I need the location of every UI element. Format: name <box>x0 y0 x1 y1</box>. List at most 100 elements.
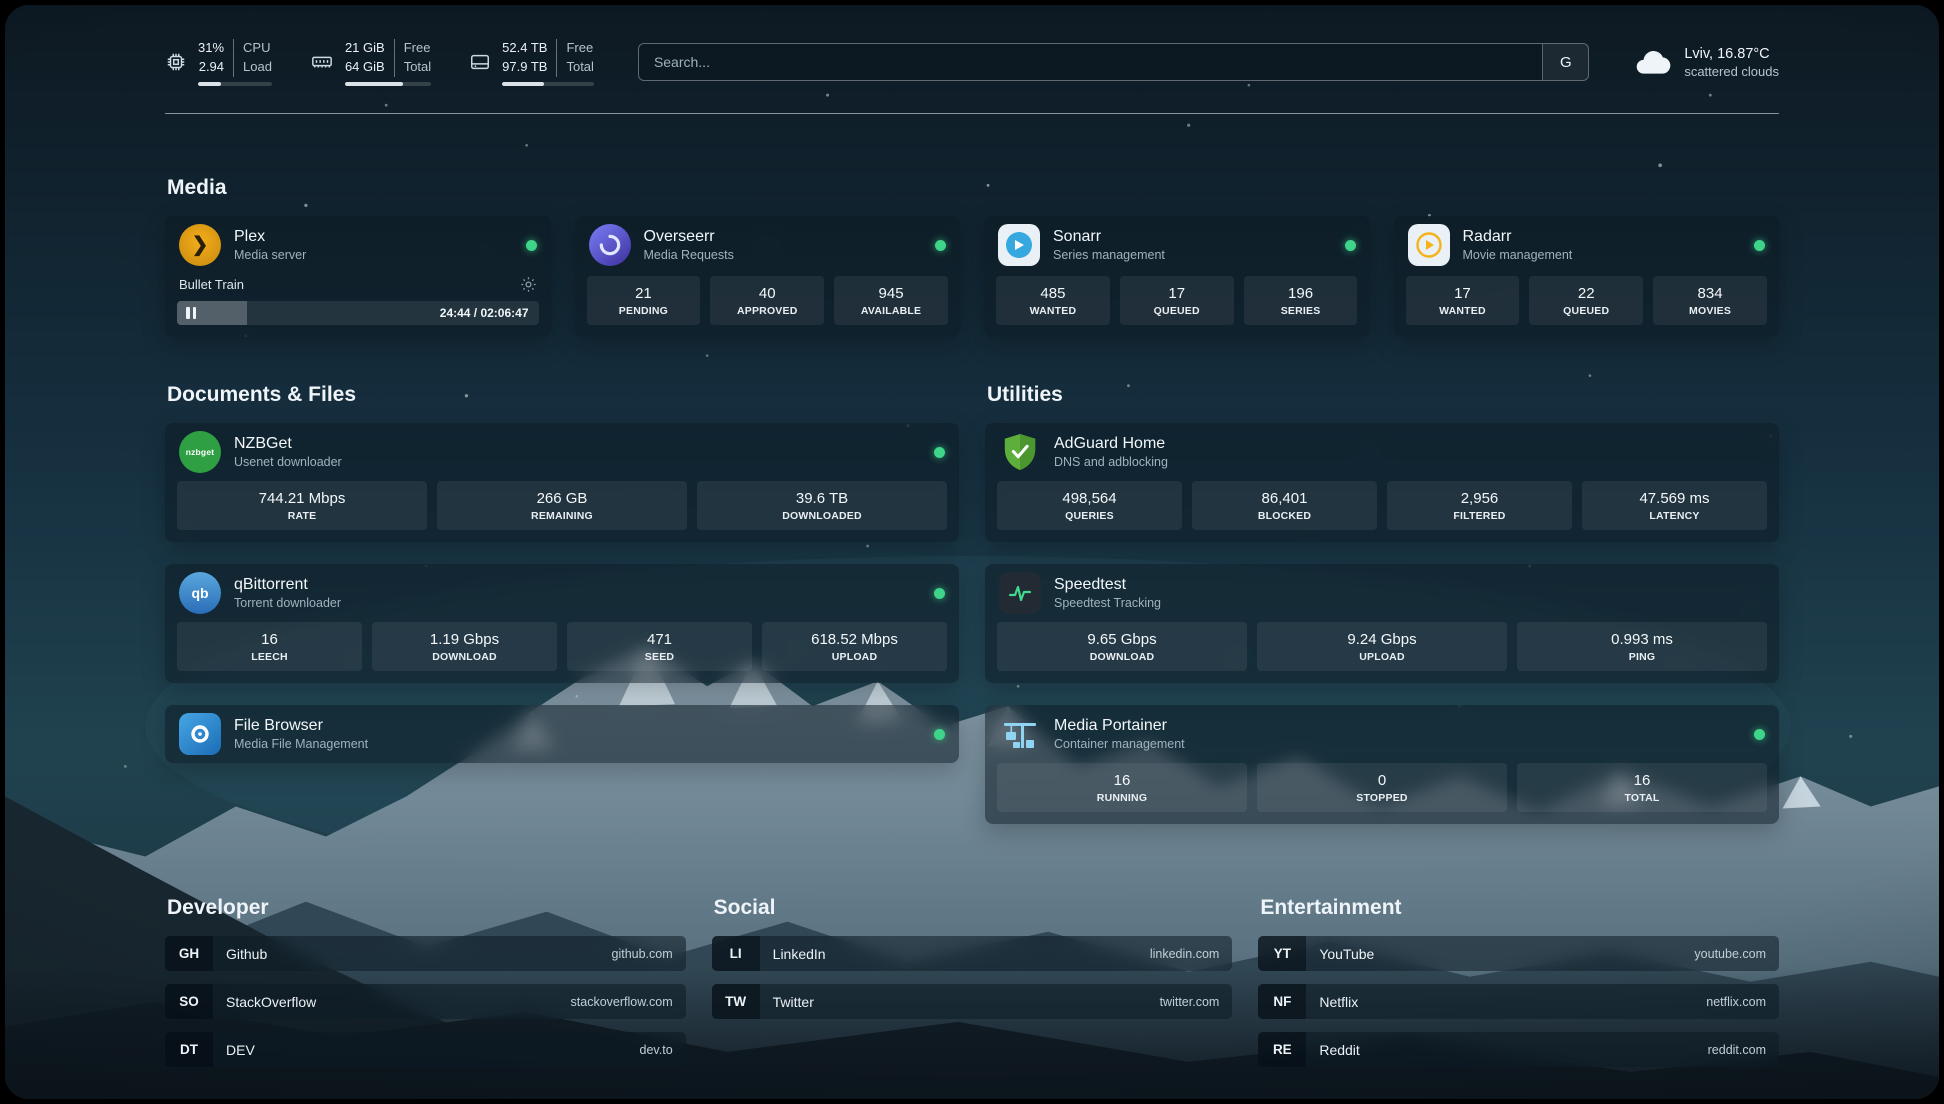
stat-label: PENDING <box>589 305 699 317</box>
stat-stopped: 0 STOPPED <box>1257 763 1507 812</box>
nzbget-card[interactable]: nzbget NZBGet Usenet downloader 744.21 M… <box>165 423 959 542</box>
portainer-titles: Media Portainer Container management <box>1054 717 1185 751</box>
bookmark-twitter[interactable]: TW Twitter twitter.com <box>712 984 1233 1019</box>
weather-location: Lviv, 16.87°C <box>1684 46 1779 62</box>
stat-value: 16 <box>179 631 360 648</box>
stat-wanted: 485 WANTED <box>996 276 1110 325</box>
cpu-label: CPU <box>243 39 272 58</box>
search-input[interactable] <box>639 44 1542 80</box>
status-dot <box>934 447 945 458</box>
disk-stat-body: 52.4 TB 97.9 TB Free Total <box>502 39 594 86</box>
memory-free-value: 21 GiB <box>345 39 385 58</box>
speedtest-card[interactable]: Speedtest Speedtest Tracking 9.65 Gbps D… <box>985 564 1779 683</box>
stat-value: 498,564 <box>999 490 1180 507</box>
bookmark-abbr: RE <box>1258 1032 1306 1067</box>
nzbget-card-header: nzbget NZBGet Usenet downloader <box>165 423 959 481</box>
search-provider-button[interactable]: G <box>1542 44 1588 80</box>
stat-blocked: 86,401 BLOCKED <box>1192 481 1377 530</box>
stat-remaining: 266 GB REMAINING <box>437 481 687 530</box>
service-name: Radarr <box>1463 228 1573 246</box>
bookmark-url: twitter.com <box>1160 995 1233 1009</box>
stat-ping: 0.993 ms PING <box>1517 622 1767 671</box>
stat-pending: 21 PENDING <box>587 276 701 325</box>
playback-progress-bar[interactable]: 24:44 / 02:06:47 <box>177 301 539 325</box>
stat-label: SERIES <box>1246 305 1356 317</box>
bookmark-linkedin[interactable]: LI LinkedIn linkedin.com <box>712 936 1233 971</box>
cpu-icon <box>165 51 187 73</box>
memory-total-label: Total <box>404 58 431 77</box>
memory-progress-track <box>345 82 431 86</box>
stat-rate: 744.21 Mbps RATE <box>177 481 427 530</box>
pause-icon[interactable] <box>186 307 196 319</box>
status-dot <box>935 240 946 251</box>
disk-free-value: 52.4 TB <box>502 39 547 58</box>
stat-value: 0.993 ms <box>1519 631 1765 648</box>
stat-label: UPLOAD <box>1259 651 1505 663</box>
stat-label: DOWNLOAD <box>374 651 555 663</box>
bookmark-abbr: NF <box>1258 984 1306 1019</box>
radarr-card[interactable]: Radarr Movie management 17 WANTED 22 QUE… <box>1394 216 1780 337</box>
bookmark-abbr: YT <box>1258 936 1306 971</box>
bookmark-stackoverflow[interactable]: SO StackOverflow stackoverflow.com <box>165 984 686 1019</box>
overseerr-card[interactable]: Overseerr Media Requests 21 PENDING 40 A… <box>575 216 961 337</box>
stat-seed: 471 SEED <box>567 622 752 671</box>
qbittorrent-icon-text: qb <box>191 585 208 601</box>
sonarr-card[interactable]: Sonarr Series management 485 WANTED 17 Q… <box>984 216 1370 337</box>
stat-label: WANTED <box>998 305 1108 317</box>
bookmark-dev[interactable]: DT DEV dev.to <box>165 1032 686 1067</box>
portainer-crane-icon <box>999 713 1041 755</box>
bookmark-reddit[interactable]: RE Reddit reddit.com <box>1258 1032 1779 1067</box>
bookmark-name: StackOverflow <box>226 994 316 1010</box>
bookmark-abbr: DT <box>165 1032 213 1067</box>
stat-value: 618.52 Mbps <box>764 631 945 648</box>
filebrowser-titles: File Browser Media File Management <box>234 717 368 751</box>
service-name: Sonarr <box>1053 228 1165 246</box>
service-name: Media Portainer <box>1054 717 1185 735</box>
qbittorrent-titles: qBittorrent Torrent downloader <box>234 576 341 610</box>
developer-title: Developer <box>167 896 686 920</box>
stat-value: 471 <box>569 631 750 648</box>
plex-chevron-glyph: ❯ <box>192 235 209 255</box>
stat-value: 47.569 ms <box>1584 490 1765 507</box>
cpu-stat-body: 31% 2.94 CPU Load <box>198 39 272 86</box>
cpu-percent: 31% <box>198 39 224 58</box>
stat-value: 40 <box>712 285 822 302</box>
portainer-card[interactable]: Media Portainer Container management 16 … <box>985 705 1779 824</box>
stat-value: 21 <box>589 285 699 302</box>
gear-icon[interactable] <box>520 276 537 293</box>
overseerr-card-header: Overseerr Media Requests <box>575 216 961 274</box>
documents-section: Documents & Files nzbget NZBGet Usenet d… <box>165 383 959 763</box>
radarr-titles: Radarr Movie management <box>1463 228 1573 262</box>
disk-total-value: 97.9 TB <box>502 58 547 77</box>
filebrowser-card[interactable]: File Browser Media File Management <box>165 705 959 763</box>
stat-value: 22 <box>1531 285 1641 302</box>
bookmark-url: stackoverflow.com <box>571 995 686 1009</box>
service-subtitle: Media File Management <box>234 737 368 751</box>
entertainment-title: Entertainment <box>1260 896 1779 920</box>
bookmark-name: DEV <box>226 1042 255 1058</box>
disk-total-label: Total <box>566 58 593 77</box>
speedtest-stats: 9.65 Gbps DOWNLOAD 9.24 Gbps UPLOAD 0.99… <box>985 622 1779 683</box>
service-subtitle: Torrent downloader <box>234 596 341 610</box>
system-stats: 31% 2.94 CPU Load <box>165 39 594 86</box>
stat-series: 196 SERIES <box>1244 276 1358 325</box>
qbittorrent-card[interactable]: qb qBittorrent Torrent downloader 16 <box>165 564 959 683</box>
service-subtitle: Speedtest Tracking <box>1054 596 1161 610</box>
sonarr-stats: 485 WANTED 17 QUEUED 196 SERIES <box>984 276 1370 337</box>
bookmark-name: LinkedIn <box>773 946 826 962</box>
nzbget-titles: NZBGet Usenet downloader <box>234 435 342 469</box>
service-subtitle: Usenet downloader <box>234 455 342 469</box>
filebrowser-card-header: File Browser Media File Management <box>165 705 959 763</box>
nzbget-icon: nzbget <box>179 431 221 473</box>
plex-card[interactable]: ❯ Plex Media server Bullet Train <box>165 216 551 337</box>
bookmark-netflix[interactable]: NF Netflix netflix.com <box>1258 984 1779 1019</box>
sonarr-icon <box>998 224 1040 266</box>
stat-label: RATE <box>179 510 425 522</box>
bookmark-youtube[interactable]: YT YouTube youtube.com <box>1258 936 1779 971</box>
stat-value: 945 <box>836 285 946 302</box>
stat-value: 2,956 <box>1389 490 1570 507</box>
stat-movies: 834 MOVIES <box>1653 276 1767 325</box>
adguard-card[interactable]: AdGuard Home DNS and adblocking 498,564 … <box>985 423 1779 542</box>
bookmark-github[interactable]: GH Github github.com <box>165 936 686 971</box>
status-dot <box>1754 729 1765 740</box>
